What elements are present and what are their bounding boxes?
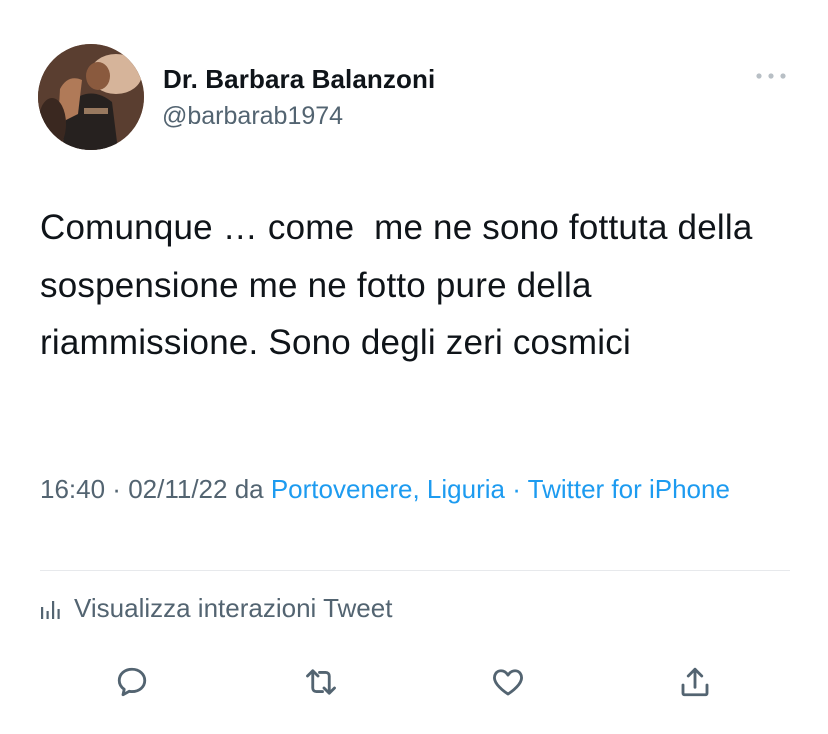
- meta-da: da: [227, 474, 271, 504]
- tweet-date[interactable]: 02/11/22: [128, 474, 227, 504]
- more-horizontal-icon: [756, 73, 786, 79]
- tweet-location-link[interactable]: Portovenere, Liguria: [271, 474, 505, 504]
- author-handle[interactable]: @barbarab1974: [162, 102, 343, 131]
- author-display-name[interactable]: Dr. Barbara Balanzoni: [163, 64, 435, 95]
- meta-separator: ·: [105, 474, 129, 504]
- retweet-icon: [306, 669, 336, 695]
- retweet-button[interactable]: [299, 660, 343, 704]
- tweet-time[interactable]: 16:40: [40, 474, 105, 504]
- tweet-actions-bar: [0, 660, 828, 710]
- divider: [40, 570, 790, 571]
- heart-icon: [493, 669, 523, 696]
- more-options-button[interactable]: [754, 64, 788, 88]
- analytics-label: Visualizza interazioni Tweet: [74, 593, 393, 623]
- like-button[interactable]: [486, 660, 530, 704]
- avatar[interactable]: [38, 44, 144, 150]
- tweet-source-link[interactable]: Twitter for iPhone: [528, 474, 730, 504]
- tweet-text: Comunque … come me ne sono fottuta della…: [40, 208, 763, 362]
- view-tweet-analytics-link[interactable]: Visualizza interazioni Tweet: [40, 593, 392, 624]
- bar-chart-icon: [41, 600, 60, 619]
- reply-bubble-icon: [117, 667, 147, 697]
- tweet-meta: 16:40 · 02/11/22 da Portovenere, Liguria…: [40, 471, 800, 507]
- share-button[interactable]: [673, 660, 717, 704]
- meta-separator: ·: [504, 474, 528, 504]
- share-upload-icon: [681, 667, 709, 697]
- reply-button[interactable]: [110, 660, 154, 704]
- avatar-photo: [38, 44, 144, 150]
